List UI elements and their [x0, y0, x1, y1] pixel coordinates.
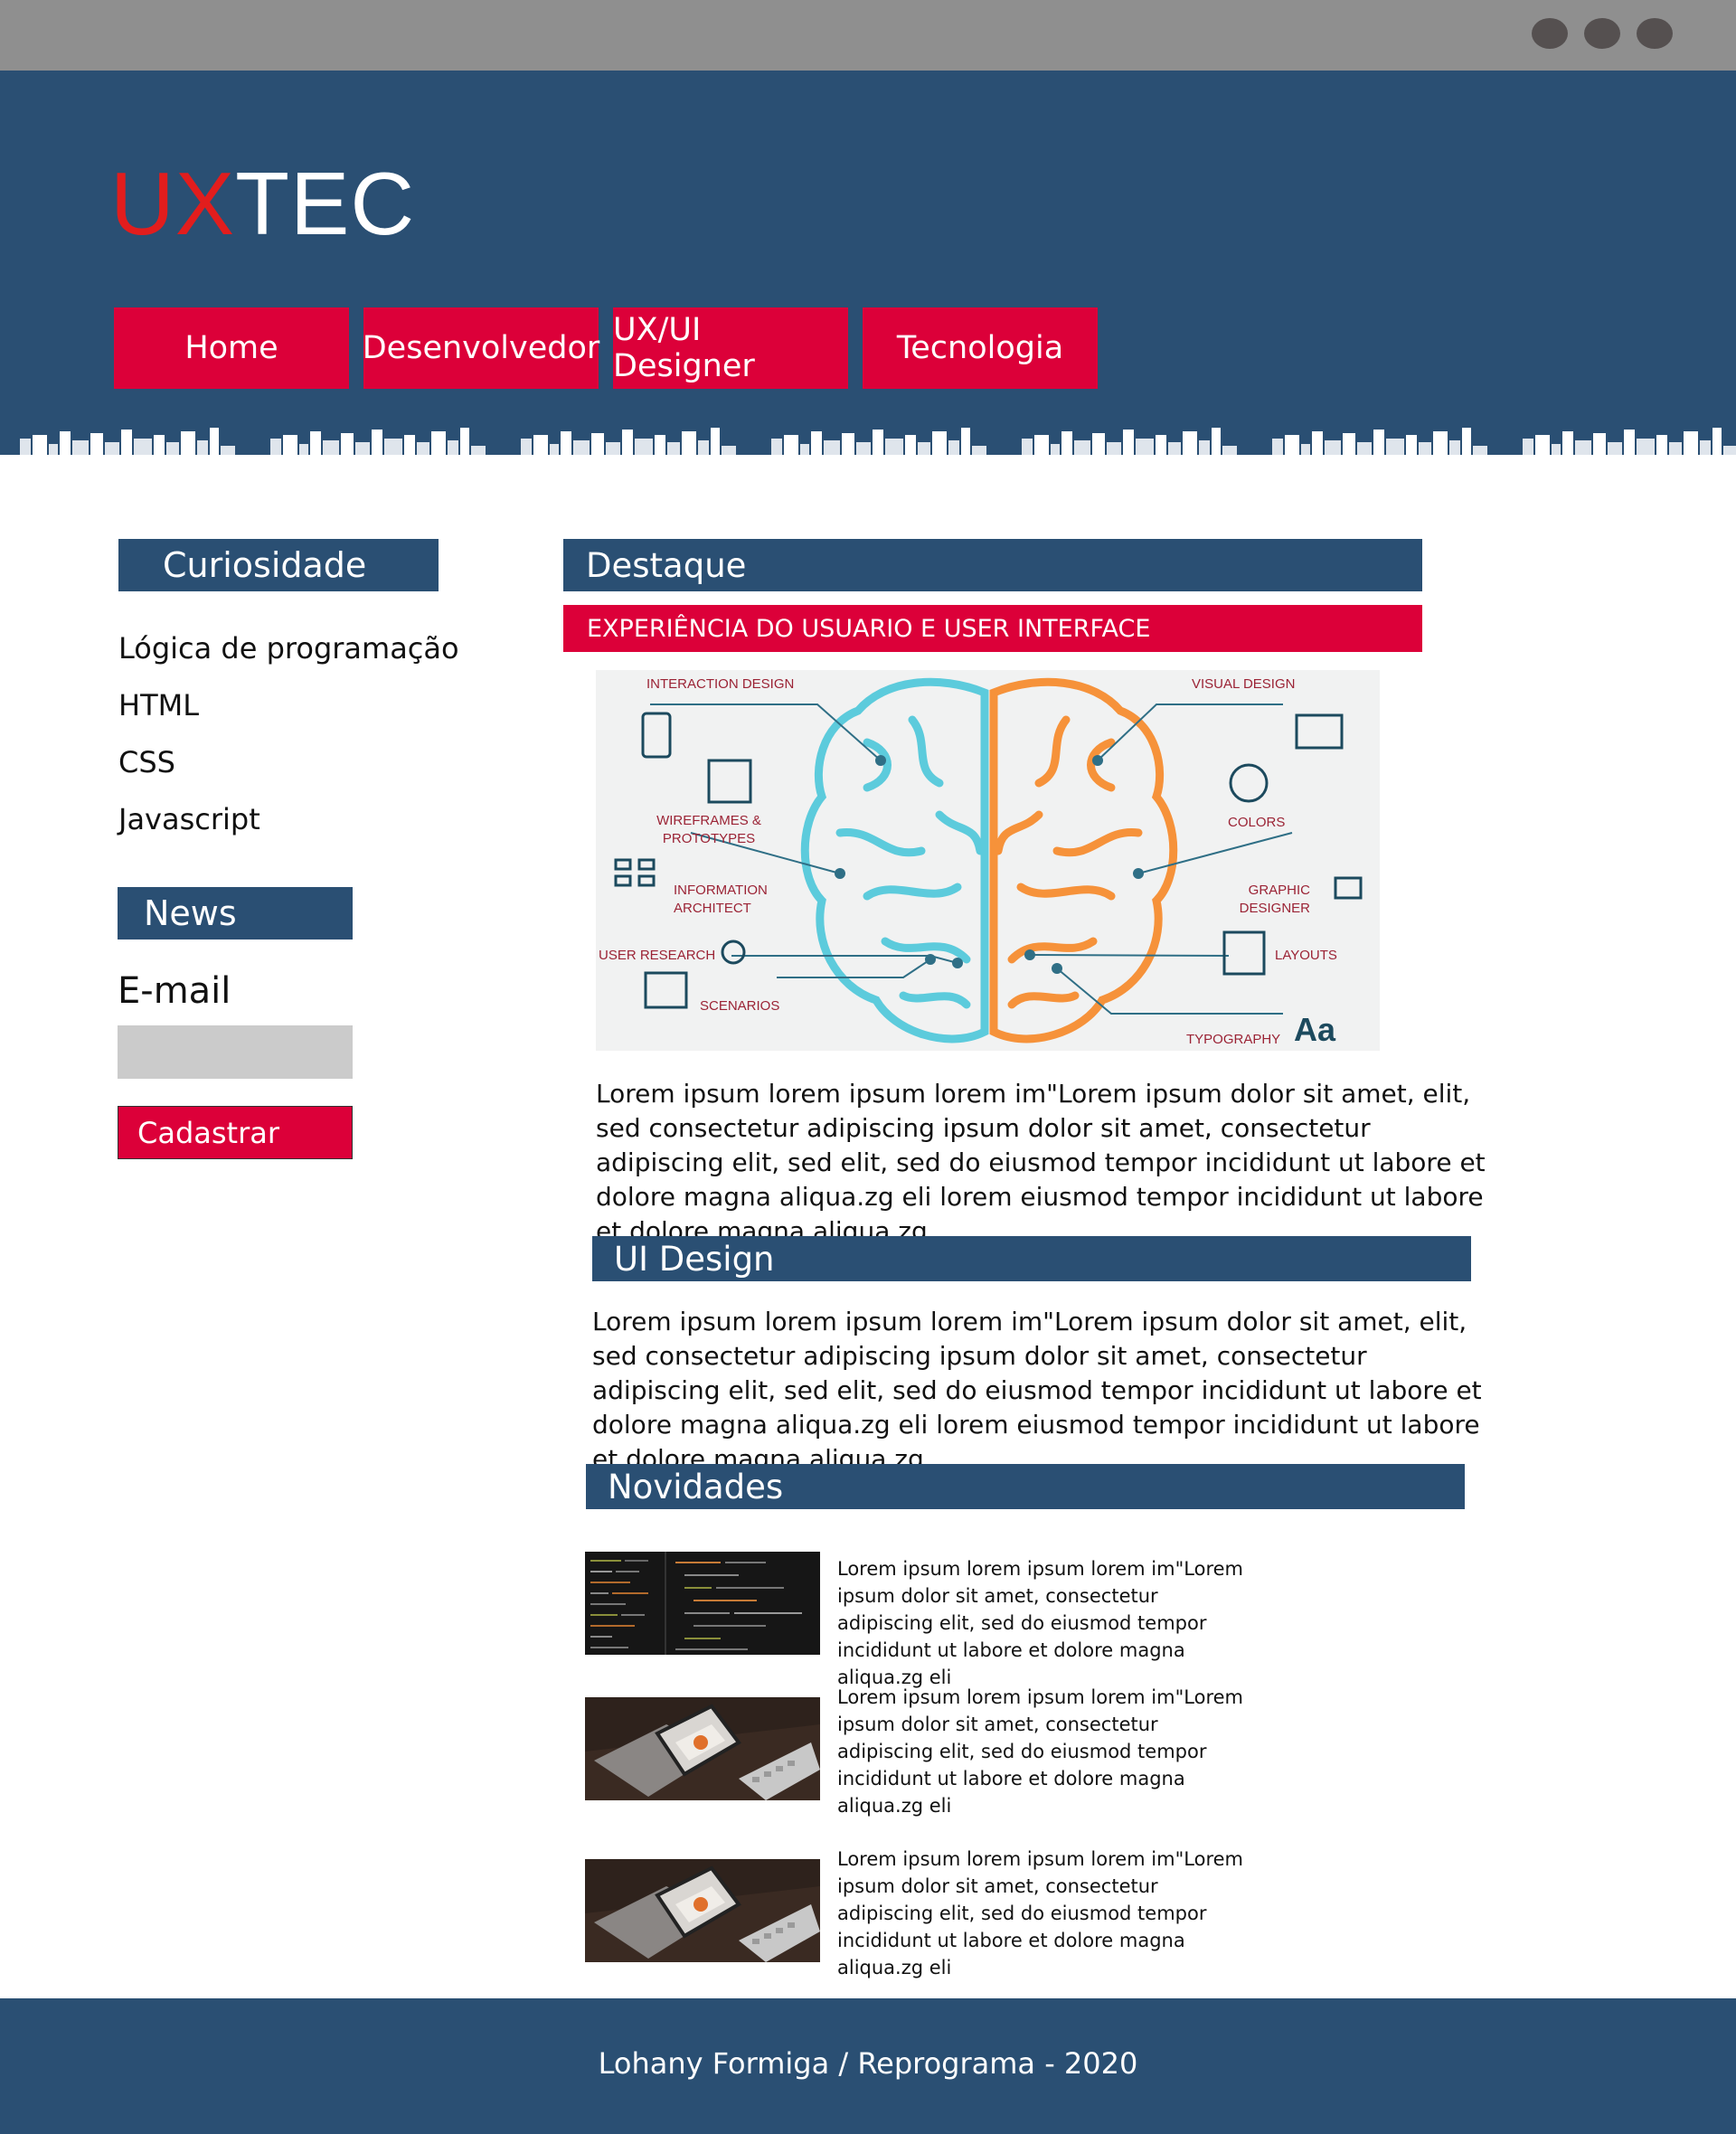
brain-icon	[614, 677, 1363, 1043]
code-screen-image-icon	[585, 1552, 820, 1655]
news-item-text: Lorem ipsum lorem ipsum lorem im"Lorem i…	[837, 1848, 1243, 1978]
site-header: UXTEC Home Desenvolvedor UX/UI Designer …	[0, 71, 1736, 468]
news-thumbnail-phone[interactable]	[585, 1697, 820, 1800]
window-dot-icon[interactable]	[1532, 18, 1568, 49]
logo-tec: TEC	[235, 154, 416, 253]
label-layouts: Layouts	[1275, 948, 1337, 963]
nav-home[interactable]: Home	[114, 307, 349, 389]
phone-on-desk-image-icon	[585, 1859, 820, 1962]
typography-aa-icon: Aa	[1294, 1011, 1336, 1048]
ui-design-paragraph: Lorem ipsum lorem ipsum lorem im"Lorem i…	[592, 1307, 1482, 1474]
phone-on-desk-image-icon	[585, 1697, 820, 1800]
nav-ux-ui-designer[interactable]: UX/UI Designer	[613, 307, 848, 389]
cadastrar-button[interactable]: Cadastrar	[118, 1106, 353, 1159]
email-label: E-mail	[118, 970, 231, 1012]
ux-ui-brain-infographic: Interaction design Wireframes & Prototype…	[596, 670, 1380, 1051]
browser-chrome	[0, 0, 1736, 71]
site-logo[interactable]: UXTEC	[110, 159, 415, 248]
label-graphic-designer: Graphic Designer	[1239, 883, 1310, 916]
news-heading: News	[118, 887, 353, 940]
sidebar-link-css[interactable]: CSS	[118, 745, 175, 779]
news-thumbnail-code[interactable]	[585, 1552, 820, 1655]
nav-tecnologia[interactable]: Tecnologia	[863, 307, 1098, 389]
label-typography: Typography	[1186, 1032, 1281, 1047]
window-dot-icon[interactable]	[1584, 18, 1620, 49]
site-footer: Lohany Formiga / Reprograma - 2020	[0, 1998, 1736, 2134]
nav-desenvolvedor[interactable]: Desenvolvedor	[363, 307, 599, 389]
label-visual-design: Visual design	[1192, 676, 1296, 692]
label-user-research: User research	[599, 948, 716, 963]
ui-design-heading: UI Design	[592, 1236, 1471, 1281]
logo-ux: UX	[110, 154, 236, 253]
footer-credit: Lohany Formiga / Reprograma - 2020	[598, 2046, 1138, 2081]
novidades-heading: Novidades	[586, 1464, 1465, 1509]
destaque-subheading: EXPERIÊNCIA DO USUARIO E USER INTERFACE	[563, 605, 1422, 652]
label-interaction-design: Interaction design	[646, 676, 795, 692]
city-skyline-decoration	[0, 419, 1736, 468]
news-item-text: Lorem ipsum lorem ipsum lorem im"Lorem i…	[837, 1558, 1243, 1688]
window-dot-icon[interactable]	[1637, 18, 1673, 49]
label-wireframes: Wireframes & Prototypes	[656, 813, 761, 846]
destaque-paragraph: Lorem ipsum lorem ipsum lorem im"Lorem i…	[596, 1079, 1486, 1246]
label-scenarios: Scenarios	[700, 998, 780, 1014]
email-field[interactable]	[118, 1025, 353, 1079]
news-item-text: Lorem ipsum lorem ipsum lorem im"Lorem i…	[837, 1686, 1243, 1817]
destaque-heading: Destaque	[563, 539, 1422, 591]
news-thumbnail-phone[interactable]	[585, 1859, 820, 1962]
label-colors: Colors	[1228, 815, 1286, 830]
sidebar-link-logica[interactable]: Lógica de programação	[118, 631, 459, 666]
label-information-architect: Information Architect	[674, 883, 768, 916]
curiosidade-heading: Curiosidade	[118, 539, 439, 591]
sidebar-link-html[interactable]: HTML	[118, 688, 199, 722]
sidebar-link-javascript[interactable]: Javascript	[118, 802, 260, 836]
